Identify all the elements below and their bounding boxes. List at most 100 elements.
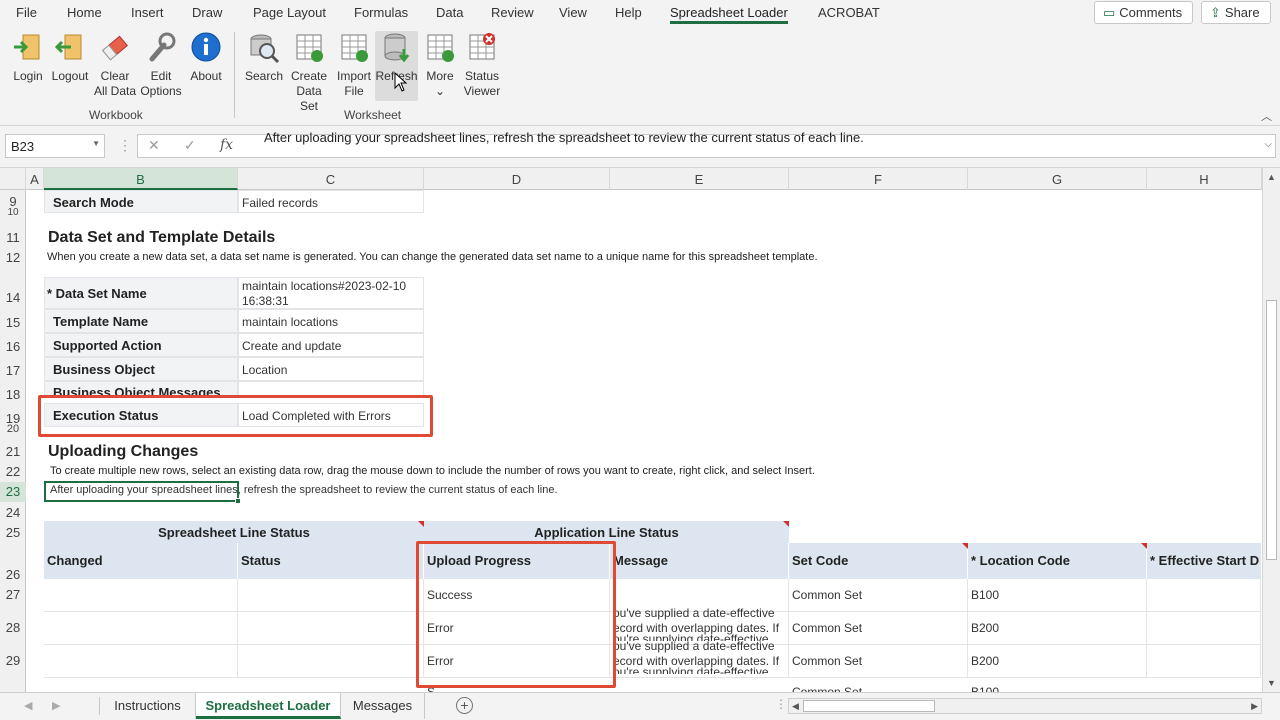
prev-sheet-icon[interactable]: ◀ [24,699,32,712]
row-header[interactable]: 24 [0,505,26,520]
cell-effective-start-date[interactable] [1147,612,1261,645]
spreadsheet-line-status-header: Spreadsheet Line Status [44,521,424,543]
row-header[interactable]: 14 [0,290,26,305]
cell-location-code[interactable]: B200 [968,612,1147,645]
column-header-b[interactable]: B [44,168,238,190]
cell-status[interactable] [238,645,424,678]
menu-acrobat[interactable]: ACROBAT [818,5,880,20]
scroll-down-icon[interactable]: ▼ [1267,678,1276,688]
search-mode-value[interactable]: Failed records [238,190,424,213]
row-header[interactable]: 20 [0,423,26,433]
more-button[interactable]: More ⌄ [421,31,459,99]
cancel-icon[interactable]: ✕ [148,137,160,154]
row-header[interactable]: 28 [0,620,26,635]
name-box[interactable]: B23 ▼ [5,134,105,158]
menu-spreadsheet-loader[interactable]: Spreadsheet Loader [670,5,788,24]
login-button[interactable]: Login [9,31,47,84]
create-data-set-button[interactable]: Create Data Set [286,31,332,114]
row-header[interactable]: 21 [0,444,26,459]
tab-instructions[interactable]: Instructions [100,693,196,719]
menu-formulas[interactable]: Formulas [354,5,408,20]
menu-page-layout[interactable]: Page Layout [253,5,326,20]
search-button[interactable]: Search [244,31,284,84]
row-header[interactable]: 11 [0,230,26,245]
selected-cell-b23[interactable] [44,481,239,502]
worksheet-grid[interactable]: Search Mode Failed records Data Set and … [27,190,1261,692]
cell-status[interactable] [238,612,424,645]
row-header[interactable]: 25 [0,525,26,540]
menu-file[interactable]: File [16,5,37,20]
row-header[interactable]: 27 [0,587,26,602]
column-header-e[interactable]: E [610,168,789,190]
next-sheet-icon[interactable]: ▶ [52,699,60,712]
share-button[interactable]: ⇪ Share [1201,1,1271,24]
cell-set-code[interactable]: Common Set [789,579,968,612]
cell-set-code[interactable]: Common Set [789,612,968,645]
row-header[interactable]: 16 [0,339,26,354]
tab-spreadsheet-loader[interactable]: Spreadsheet Loader [196,693,341,719]
cell-location-code[interactable]: B100 [968,579,1147,612]
row-header[interactable]: 18 [0,387,26,402]
chevron-down-icon[interactable]: ▼ [92,139,100,148]
scroll-right-icon[interactable]: ▶ [1251,701,1258,712]
expand-formula-icon[interactable]: ⌵ [1264,139,1272,150]
column-header-c[interactable]: C [238,168,424,190]
row-header-selected[interactable]: 23 [0,482,26,502]
row-header[interactable]: 10 [0,207,26,215]
cell-changed[interactable] [44,579,238,612]
supported-action-value[interactable]: Create and update [238,333,424,357]
import-file-button[interactable]: Import File [334,31,374,99]
cell-set-code[interactable]: Common Set [789,645,968,678]
menu-review[interactable]: Review [491,5,534,20]
column-header-f[interactable]: F [789,168,968,190]
clear-all-data-button[interactable]: Clear All Data [93,31,137,99]
column-header-g[interactable]: G [968,168,1147,190]
edit-options-button[interactable]: Edit Options [139,31,183,99]
fill-handle[interactable] [235,498,241,504]
select-all-corner[interactable] [0,168,26,190]
add-sheet-icon[interactable]: + [456,697,473,714]
menu-home[interactable]: Home [67,5,102,20]
cell-changed[interactable] [44,645,238,678]
uploading-changes-hint: To create multiple new rows, select an e… [50,465,815,477]
scroll-up-icon[interactable]: ▲ [1267,172,1276,182]
logout-button[interactable]: Logout [50,31,90,84]
row-header[interactable]: 26 [0,567,26,582]
menu-help[interactable]: Help [615,5,642,20]
cell-location-code[interactable]: B200 [968,645,1147,678]
vertical-scrollbar[interactable]: ▲ ▼ [1262,168,1280,692]
template-name-value[interactable]: maintain locations [238,309,424,333]
menu-draw[interactable]: Draw [192,5,222,20]
horizontal-scroll-thumb[interactable] [803,700,935,712]
horizontal-scrollbar[interactable]: ◀ ▶ [788,698,1262,714]
status-viewer-button[interactable]: Status Viewer [461,31,503,99]
row-header[interactable]: 17 [0,363,26,378]
cell-effective-start-date[interactable] [1147,645,1261,678]
business-object-value[interactable]: Location [238,357,424,381]
menu-data[interactable]: Data [436,5,463,20]
row-header[interactable]: 22 [0,464,26,479]
cell-status[interactable] [238,579,424,612]
scroll-left-icon[interactable]: ◀ [792,701,799,712]
enter-icon[interactable]: ✓ [184,137,196,154]
row-header[interactable]: 29 [0,653,26,668]
partial-cell: Common Set [792,685,863,692]
about-button[interactable]: About [186,31,226,84]
column-header-h[interactable]: H [1147,168,1262,190]
cell-message[interactable]: ou've supplied a date-effective ecord wi… [610,637,789,678]
column-header-a[interactable]: A [26,168,44,190]
tab-messages[interactable]: Messages [341,693,425,719]
vertical-scroll-thumb[interactable] [1266,300,1277,560]
collapse-ribbon-icon[interactable]: ︿ [1261,108,1272,124]
comments-button[interactable]: ▭ Comments [1094,1,1193,24]
tab-splitter-icon[interactable]: ⋮ [775,697,787,711]
column-header-d[interactable]: D [424,168,610,190]
data-set-name-value[interactable]: maintain locations#2023-02-10 16:38:31 [238,277,424,309]
cell-changed[interactable] [44,612,238,645]
menu-view[interactable]: View [559,5,587,20]
menu-insert[interactable]: Insert [131,5,164,20]
row-header[interactable]: 12 [0,250,26,265]
insert-function-icon[interactable]: fx [220,137,233,153]
row-header[interactable]: 15 [0,315,26,330]
cell-effective-start-date[interactable] [1147,579,1261,612]
